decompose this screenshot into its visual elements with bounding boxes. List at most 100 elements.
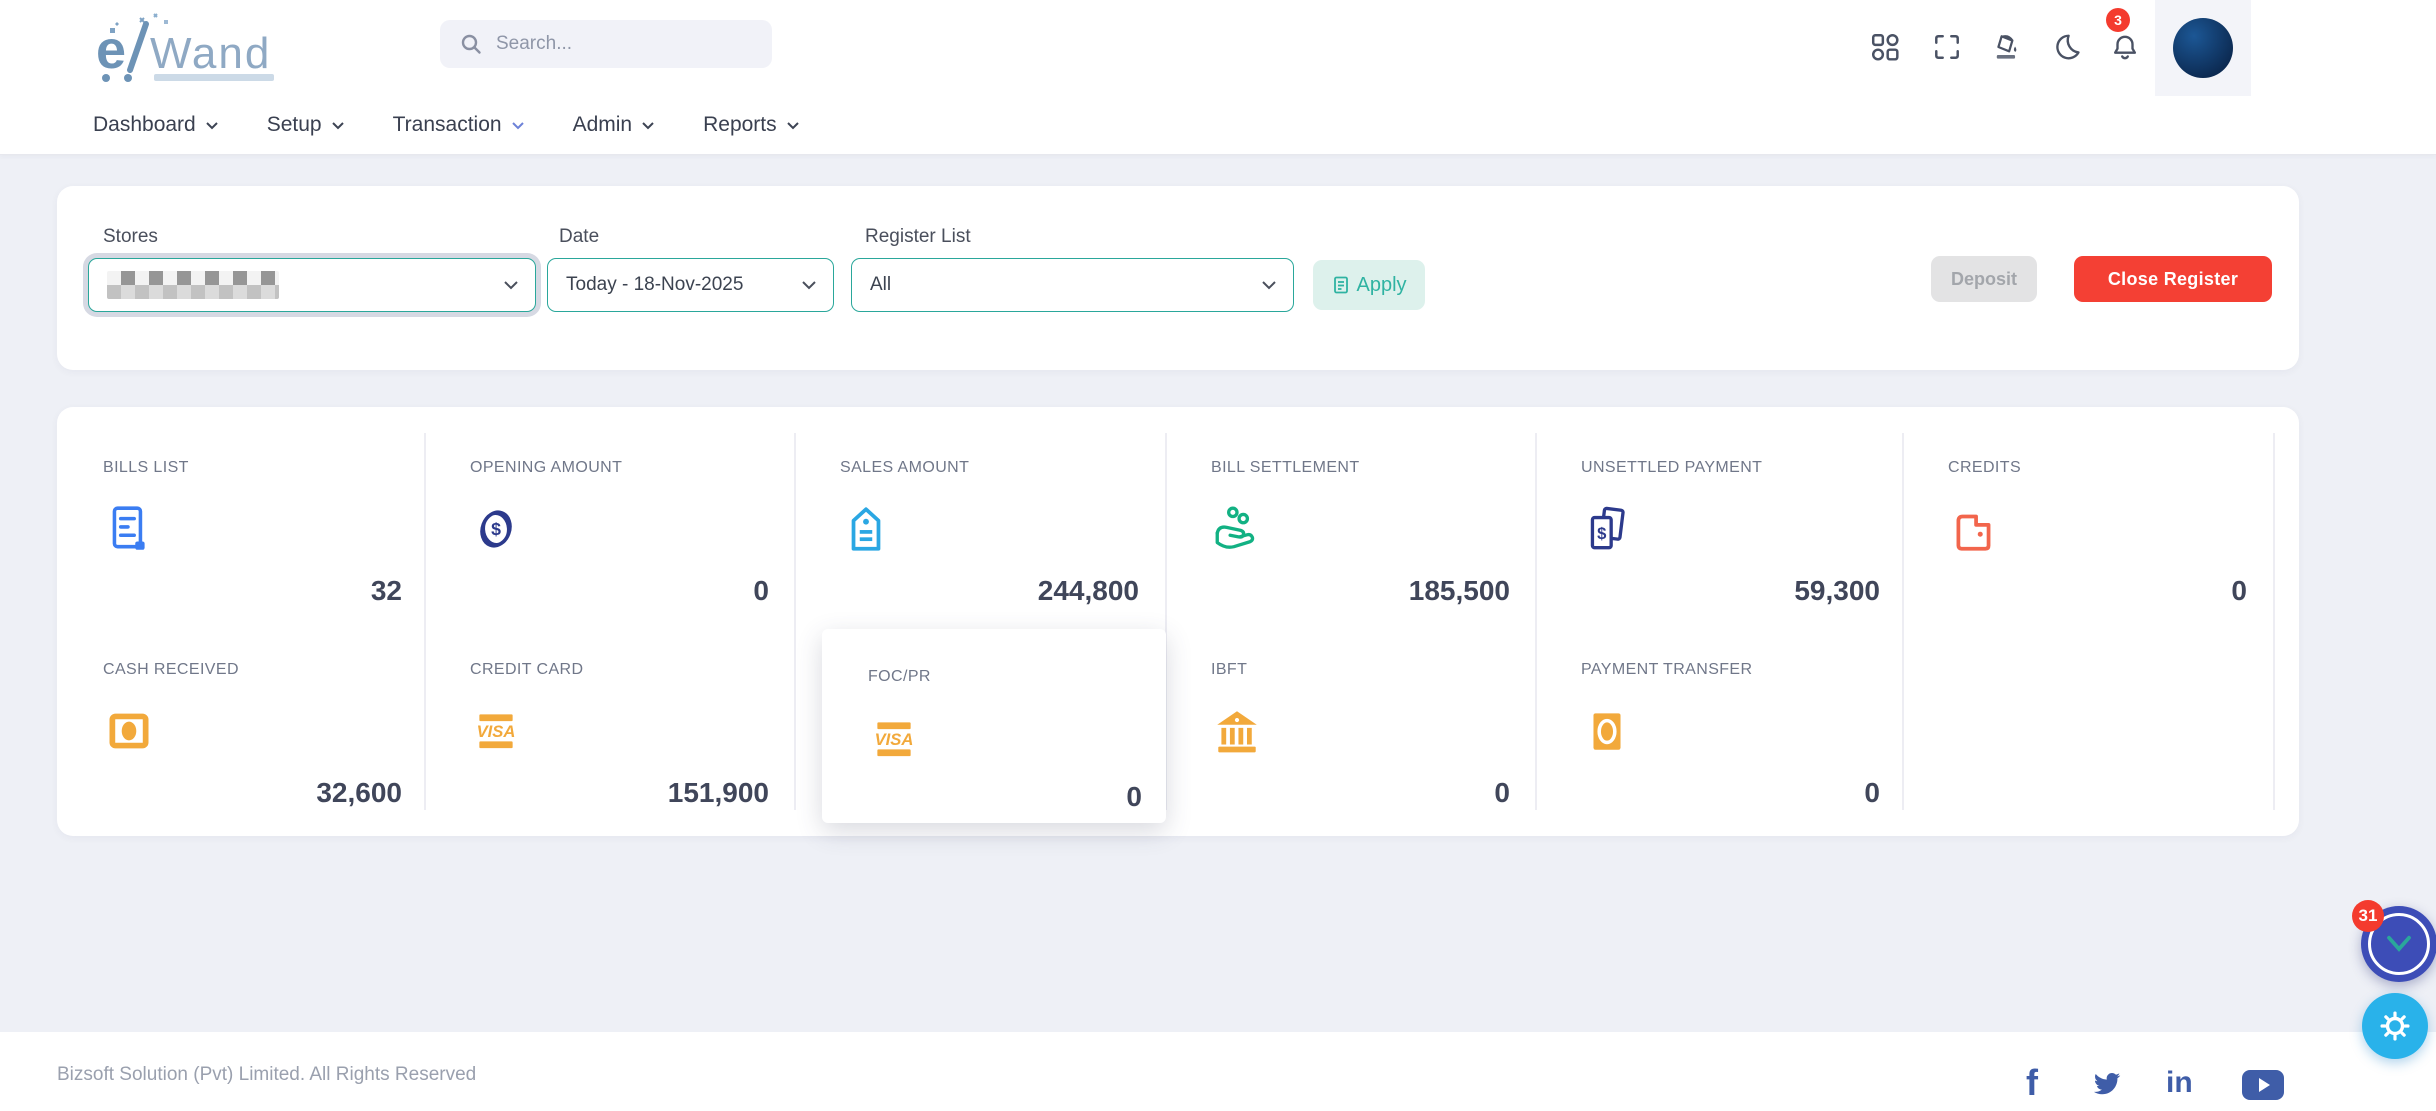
theme-color-bucket-icon[interactable] <box>1992 32 2022 62</box>
apply-doc-icon <box>1331 275 1351 295</box>
stat-value: 185,500 <box>1409 575 1510 607</box>
stat-value: 244,800 <box>1038 575 1139 607</box>
avatar[interactable] <box>2173 18 2233 78</box>
youtube-icon[interactable] <box>2242 1070 2284 1100</box>
stat-value: 151,900 <box>668 777 769 809</box>
date-value: Today - 18-Nov-2025 <box>566 274 743 296</box>
apply-button[interactable]: Apply <box>1313 260 1425 310</box>
chevron-down-icon <box>503 280 519 290</box>
price-tag-icon <box>840 503 892 555</box>
settings-fab[interactable] <box>2362 993 2428 1059</box>
stat-foc-pr-highlighted[interactable]: FOC/PR VISA 0 <box>822 629 1166 823</box>
chevron-down-icon <box>1261 280 1277 290</box>
svg-text:e: e <box>96 20 126 80</box>
dark-mode-moon-icon[interactable] <box>2052 32 2082 62</box>
ewand-logo-icon: e Wand <box>88 12 348 88</box>
visa-icon: VISA <box>868 713 920 765</box>
register-list-label: Register List <box>865 226 971 248</box>
stat-label: CREDITS <box>1948 459 2021 477</box>
chevron-down-icon <box>801 280 817 290</box>
deposit-label: Deposit <box>1951 269 2017 290</box>
stat-credits: CREDITS 0 <box>1902 459 2247 649</box>
nav-admin-label: Admin <box>573 113 633 137</box>
nav-setup-label: Setup <box>267 113 322 137</box>
stat-label: BILLS LIST <box>103 459 189 477</box>
stat-label: IBFT <box>1211 661 1247 679</box>
wallet-icon <box>1948 503 2000 555</box>
stat-label: FOC/PR <box>868 668 931 686</box>
stat-credit-card: CREDIT CARD VISA 151,900 <box>424 661 769 851</box>
twitter-icon[interactable] <box>2090 1068 2124 1098</box>
fullscreen-icon[interactable] <box>1932 32 1962 62</box>
notifications-bell-icon[interactable] <box>2110 32 2140 62</box>
stat-payment-transfer: PAYMENT TRANSFER 0 <box>1535 661 1880 851</box>
search-bar[interactable] <box>440 20 772 68</box>
nav-admin[interactable]: Admin <box>573 113 656 137</box>
stat-label: CREDIT CARD <box>470 661 583 679</box>
facebook-icon[interactable]: f <box>2026 1062 2038 1104</box>
stores-value-redacted <box>107 271 279 299</box>
nav-setup[interactable]: Setup <box>267 113 345 137</box>
stat-value: 32 <box>371 575 402 607</box>
stat-sales-amount: SALES AMOUNT 244,800 <box>794 459 1139 649</box>
date-select[interactable]: Today - 18-Nov-2025 <box>547 258 834 312</box>
stat-label: CASH RECEIVED <box>103 661 239 679</box>
stores-select[interactable] <box>88 258 536 312</box>
nav-dashboard[interactable]: Dashboard <box>93 113 219 137</box>
chevron-down-icon <box>511 121 525 130</box>
receipt-icon <box>103 503 155 555</box>
svg-text:VISA: VISA <box>875 730 914 749</box>
gear-icon <box>2377 1008 2413 1044</box>
divider <box>2273 433 2275 810</box>
stat-opening-amount: OPENING AMOUNT $ 0 <box>424 459 769 649</box>
nav-reports[interactable]: Reports <box>703 113 800 137</box>
stat-cash-received: CASH RECEIVED 32,600 <box>57 661 402 851</box>
banknote-icon <box>103 705 155 757</box>
bank-icon <box>1211 705 1263 757</box>
money-transfer-icon <box>1581 705 1633 757</box>
linkedin-icon[interactable]: in <box>2166 1066 2193 1100</box>
chevron-down-icon <box>786 121 800 130</box>
search-icon <box>460 33 482 55</box>
deposit-button[interactable]: Deposit <box>1931 256 2037 302</box>
search-input[interactable] <box>496 33 736 55</box>
notification-count-badge: 3 <box>2106 8 2130 32</box>
stat-bills-list: BILLS LIST 32 <box>57 459 402 649</box>
stat-value: 0 <box>1864 777 1880 809</box>
top-header: e Wand <box>0 0 2436 96</box>
svg-text:$: $ <box>1597 524 1607 543</box>
stat-value: 0 <box>1494 777 1510 809</box>
stat-value: 59,300 <box>1794 575 1880 607</box>
register-summary-panel: BILLS LIST 32 OPENING AMOUNT $ 0 <box>57 407 2299 836</box>
close-register-button[interactable]: Close Register <box>2074 256 2272 302</box>
nav-dashboard-label: Dashboard <box>93 113 196 137</box>
user-menu[interactable] <box>2155 0 2251 96</box>
stat-value: 32,600 <box>316 777 402 809</box>
svg-text:$: $ <box>491 519 501 539</box>
hand-coins-icon <box>1211 503 1263 555</box>
coin-dollar-icon: $ <box>470 503 522 555</box>
stat-unsettled-payment: UNSETTLED PAYMENT $ 59,300 <box>1535 459 1880 649</box>
chevron-down-icon <box>641 121 655 130</box>
stat-value: 0 <box>2231 575 2247 607</box>
nav-transaction-label: Transaction <box>393 113 502 137</box>
bills-stack-icon: $ <box>1581 503 1633 555</box>
stat-ibft: IBFT 0 <box>1165 661 1510 851</box>
stat-label: BILL SETTLEMENT <box>1211 459 1360 477</box>
chevron-down-icon <box>331 121 345 130</box>
stat-label: PAYMENT TRANSFER <box>1581 661 1752 679</box>
nav-transaction[interactable]: Transaction <box>393 113 525 137</box>
stores-label: Stores <box>103 226 158 248</box>
scroll-fab-badge: 31 <box>2352 900 2384 932</box>
chevron-down-icon <box>205 121 219 130</box>
stat-value: 0 <box>753 575 769 607</box>
play-icon <box>2259 1078 2270 1092</box>
svg-text:Wand: Wand <box>150 29 271 78</box>
stat-label: OPENING AMOUNT <box>470 459 622 477</box>
ewand-logo[interactable]: e Wand <box>88 12 348 88</box>
apply-label: Apply <box>1356 274 1406 297</box>
register-list-select[interactable]: All <box>851 258 1294 312</box>
stat-bill-settlement: BILL SETTLEMENT 185,500 <box>1165 459 1510 649</box>
visa-icon: VISA <box>470 705 522 757</box>
apps-grid-icon[interactable] <box>1870 32 1900 62</box>
